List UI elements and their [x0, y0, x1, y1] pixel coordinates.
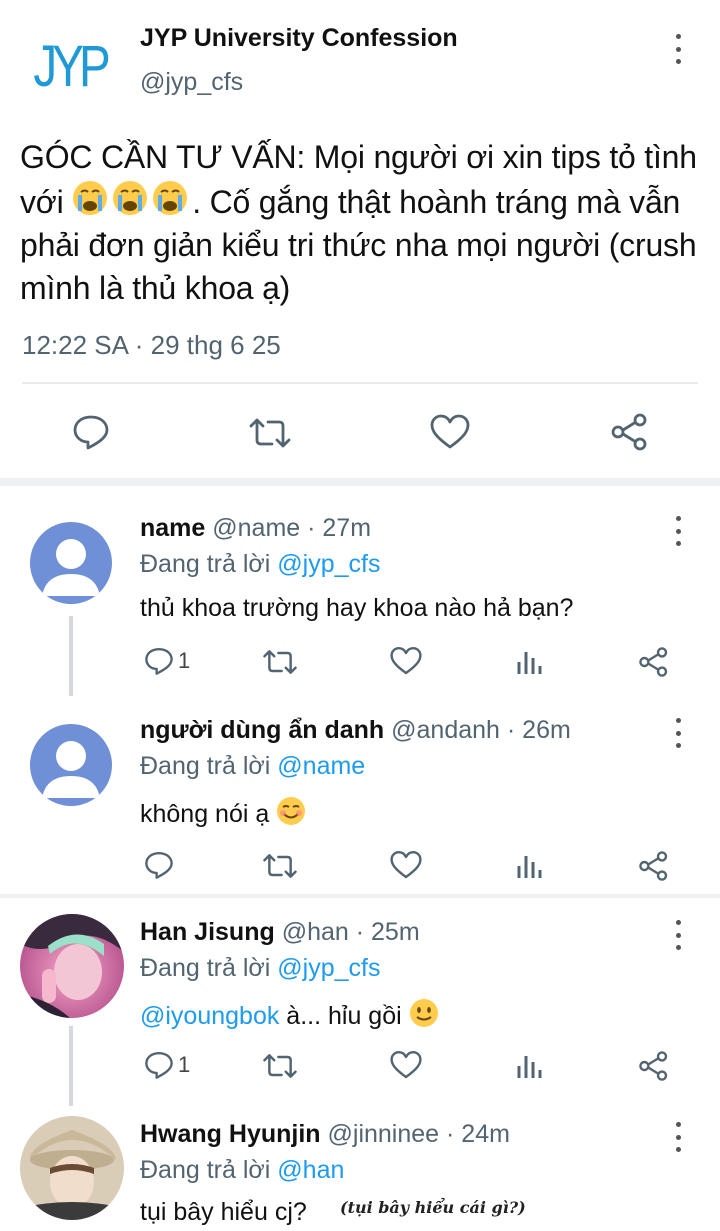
tweet-timestamp[interactable]: 12:22 SA · 29 thg 6 25	[22, 330, 281, 361]
text-mention[interactable]: @iyoungbok	[140, 1002, 279, 1030]
reply-text-content: không nói ạ	[140, 800, 270, 828]
main-tweet: JYP JYP University Confession @jyp_cfs G…	[0, 0, 720, 480]
replying-to: Đang trả lời @jyp_cfs	[140, 954, 380, 983]
replying-to: Đang trả lời @jyp_cfs	[140, 550, 380, 579]
reply-tweet[interactable]: name @name · 27m Đang trả lời @jyp_cfs t…	[0, 486, 720, 696]
smiling-face-icon	[277, 797, 306, 825]
replying-prefix: Đang trả lời	[140, 954, 278, 982]
replying-prefix: Đang trả lời	[140, 752, 278, 780]
reply-text: không nói ạ	[140, 796, 306, 829]
reply-icon[interactable]: 1	[144, 1050, 190, 1080]
avatar[interactable]	[30, 522, 112, 604]
reply-author-name[interactable]: Hwang Hyunjin	[140, 1120, 321, 1148]
crying-emoji-icon	[72, 181, 192, 220]
reply-meta: @jinninee · 24m	[327, 1120, 510, 1148]
more-options-icon[interactable]	[668, 34, 688, 64]
analytics-icon[interactable]	[516, 852, 544, 880]
replying-to: Đang trả lời @han	[140, 1156, 344, 1185]
share-icon[interactable]	[638, 646, 670, 678]
more-options-icon[interactable]	[668, 1122, 688, 1152]
reply-author-name[interactable]: name	[140, 514, 205, 542]
like-icon[interactable]	[390, 646, 422, 676]
share-icon[interactable]	[638, 850, 670, 882]
like-icon[interactable]	[390, 1050, 422, 1080]
thread-line	[69, 1026, 73, 1106]
reply-count: 1	[178, 648, 191, 673]
reply-tweet[interactable]: Han Jisung @han · 25m Đang trả lời @jyp_…	[0, 898, 720, 1106]
like-icon[interactable]	[430, 414, 470, 450]
share-icon[interactable]	[638, 1050, 670, 1082]
reply-meta: @andanh · 26m	[391, 716, 571, 744]
reply-text: @iyoungbok à... hỉu gồi	[140, 998, 439, 1031]
retweet-icon[interactable]	[262, 1052, 298, 1080]
reply-meta: @han · 25m	[281, 918, 420, 946]
tweet-text: GÓC CẦN TƯ VẤN: Mọi người ơi xin tips tỏ…	[20, 136, 710, 310]
retweet-icon[interactable]	[262, 852, 298, 880]
author-name[interactable]: JYP University Confession	[140, 24, 458, 53]
slightly-smiling-face-icon	[409, 999, 438, 1027]
reply-header: người dùng ẩn danh @andanh · 26m	[140, 716, 571, 745]
reply-header: Hwang Hyunjin @jinninee · 24m	[140, 1120, 510, 1149]
replying-to-mention[interactable]: @name	[277, 752, 365, 780]
replying-to-mention[interactable]: @han	[277, 1156, 344, 1184]
replying-to-mention[interactable]: @jyp_cfs	[277, 550, 380, 578]
avatar[interactable]	[30, 724, 112, 806]
annotation-note: (tụi bây hiểu cái gì?)	[340, 1198, 526, 1217]
reply-icon[interactable]	[144, 850, 174, 880]
reply-count: 1	[178, 1052, 191, 1077]
jyp-logo[interactable]: JYP	[22, 22, 118, 106]
reply-header: Han Jisung @han · 25m	[140, 918, 420, 947]
more-options-icon[interactable]	[668, 718, 688, 748]
avatar[interactable]	[20, 914, 124, 1018]
reply-header: name @name · 27m	[140, 514, 371, 543]
reply-author-name[interactable]: người dùng ẩn danh	[140, 716, 384, 744]
analytics-icon[interactable]	[516, 648, 544, 676]
svg-text:JYP: JYP	[33, 35, 108, 100]
reply-tweet[interactable]: người dùng ẩn danh @andanh · 26m Đang tr…	[0, 696, 720, 896]
replying-prefix: Đang trả lời	[140, 1156, 278, 1184]
reply-text-content: à... hỉu gồi	[279, 1002, 402, 1030]
more-options-icon[interactable]	[668, 516, 688, 546]
replying-prefix: Đang trả lời	[140, 550, 278, 578]
share-icon[interactable]	[610, 412, 650, 452]
retweet-icon[interactable]	[248, 416, 292, 450]
reply-author-name[interactable]: Han Jisung	[140, 918, 275, 946]
like-icon[interactable]	[390, 850, 422, 880]
reply-icon[interactable]	[72, 414, 110, 450]
retweet-icon[interactable]	[262, 648, 298, 676]
replying-to: Đang trả lời @name	[140, 752, 365, 781]
section-separator	[0, 478, 720, 486]
divider	[22, 382, 698, 384]
analytics-icon[interactable]	[516, 1052, 544, 1080]
replying-to-mention[interactable]: @jyp_cfs	[277, 954, 380, 982]
reply-icon[interactable]: 1	[144, 646, 190, 676]
author-handle[interactable]: @jyp_cfs	[140, 68, 243, 97]
more-options-icon[interactable]	[668, 920, 688, 950]
reply-meta: @name · 27m	[212, 514, 372, 542]
reply-text: thủ khoa trường hay khoa nào hả bạn?	[140, 594, 574, 622]
reply-text: tụi bây hiểu cj?	[140, 1198, 307, 1226]
thread-line	[69, 616, 73, 696]
avatar[interactable]	[20, 1116, 124, 1220]
